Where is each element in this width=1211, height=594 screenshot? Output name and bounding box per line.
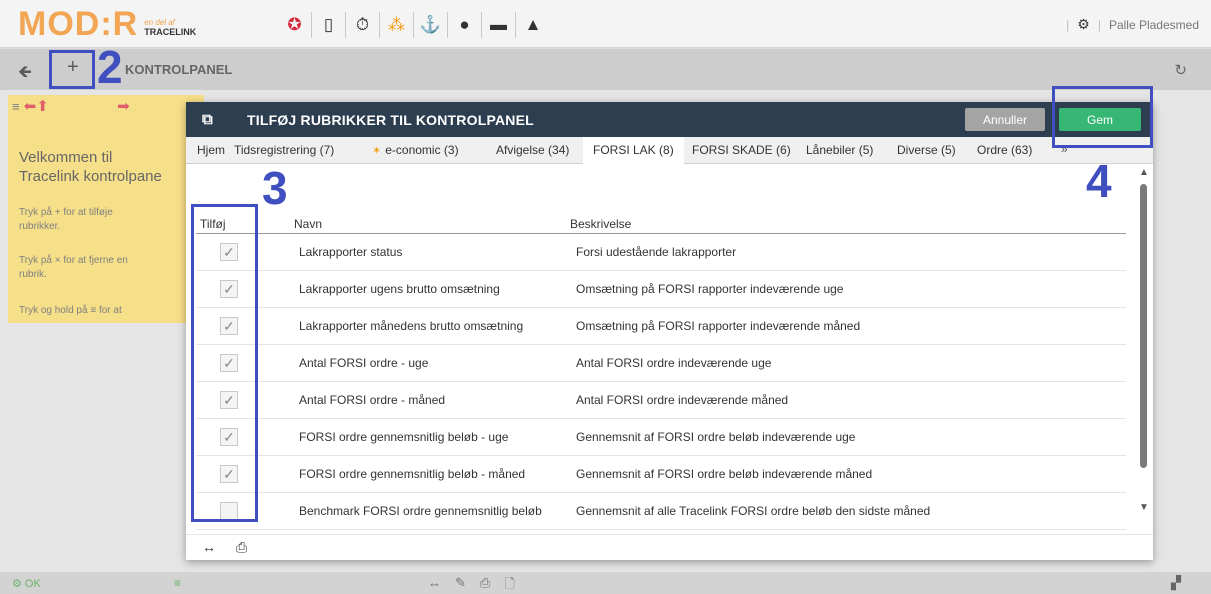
widget-name: FORSI ordre gennemsnitlig beløb - uge [299, 430, 509, 444]
tab-afvigelse[interactable]: Afvigelse (34) [496, 137, 569, 164]
tab-e-conomic[interactable]: ✶ e-conomic (3) [372, 137, 459, 164]
modal-title: TILFØJ RUBRIKKER TIL KONTROLPANEL [247, 112, 534, 128]
timer-icon[interactable]: ⏱ [346, 12, 380, 38]
tab-forsi-skade[interactable]: FORSI SKADE (6) [692, 137, 791, 164]
widget-table: Tilføj Navn Beskrivelse ✓ Lakrapporter s… [186, 164, 1153, 532]
widget-name: FORSI ordre gennemsnitlig beløb - måned [299, 467, 526, 481]
widget-description: Omsætning på FORSI rapporter indeværende… [576, 319, 861, 333]
chat-icon[interactable]: ● [448, 12, 482, 38]
economic-icon: ✶ [372, 145, 382, 157]
envelope-icon[interactable]: ▬ [482, 12, 516, 38]
widget-name: Lakrapporter status [299, 245, 403, 259]
anchor-icon[interactable]: ⚓ [414, 12, 448, 38]
modr-logo: MOD:R en del af TRACELINK [18, 5, 197, 43]
modal-footer: ↔ ⎙ [186, 534, 1153, 560]
widget-name: Antal FORSI ordre - måned [299, 393, 446, 407]
gear-icon[interactable]: ⚙ [1077, 16, 1090, 33]
vertical-scroll-thumb[interactable] [1140, 184, 1147, 468]
table-row: ✓ FORSI ordre gennemsnitlig beløb - måne… [196, 456, 1126, 493]
table-row: ✓ FORSI ordre gennemsnitlig beløb - uge … [196, 419, 1126, 456]
lifebuoy-icon[interactable]: ✪ [278, 12, 312, 38]
annotation-number-3: 3 [262, 162, 288, 214]
annotation-box-save [1052, 86, 1153, 148]
widget-description: Forsi udestående lakrapporter [576, 245, 737, 259]
add-widgets-modal: ⧉ TILFØJ RUBRIKKER TIL KONTROLPANEL Annu… [186, 102, 1153, 560]
modal-header: ⧉ TILFØJ RUBRIKKER TIL KONTROLPANEL Annu… [186, 102, 1153, 137]
toolbar-icons: ✪ ▯ ⏱ ⁂ ⚓ ● ▬ ▲ [278, 12, 550, 38]
widget-description: Omsætning på FORSI rapporter indeværende… [576, 282, 844, 296]
widget-description: Antal FORSI ordre indeværende uge [576, 356, 772, 370]
widget-description: Antal FORSI ordre indeværende måned [576, 393, 789, 407]
scroll-up-icon[interactable]: ▲ [1139, 167, 1149, 178]
annotation-number-4: 4 [1086, 155, 1112, 207]
widget-name: Benchmark FORSI ordre gennemsnitlig belø… [299, 504, 542, 518]
tab-ordre[interactable]: Ordre (63) [977, 137, 1032, 164]
mobile-icon[interactable]: ▯ [312, 12, 346, 38]
table-row: ✓ Antal FORSI ordre - måned Antal FORSI … [196, 382, 1126, 419]
table-row: ✓ Lakrapporter månedens brutto omsætning… [196, 308, 1126, 345]
print-icon[interactable]: ⎙ [236, 539, 247, 556]
annotation-box-add [49, 50, 95, 89]
table-row: ✓ Antal FORSI ordre - uge Antal FORSI or… [196, 345, 1126, 382]
tab-laanebiler[interactable]: Lånebiler (5) [806, 137, 873, 164]
top-bar: MOD:R en del af TRACELINK ✪ ▯ ⏱ ⁂ ⚓ ● ▬ … [0, 0, 1211, 48]
expand-icon[interactable]: ↔ [202, 539, 216, 555]
widget-description: Gennemsnit af FORSI ordre beløb indevære… [576, 467, 873, 481]
user-area: | ⚙ | Palle Pladesmed [1066, 16, 1199, 33]
tab-bar: Hjem Tidsregistrering (7) ✶ e-conomic (3)… [186, 137, 1153, 164]
user-name[interactable]: Palle Pladesmed [1109, 18, 1199, 32]
widget-name: Lakrapporter ugens brutto omsætning [299, 282, 500, 296]
widget-name: Antal FORSI ordre - uge [299, 356, 429, 370]
annotation-box-checkboxes [191, 204, 258, 522]
graph-icon[interactable]: ⁂ [380, 12, 414, 38]
warning-icon[interactable]: ▲ [516, 12, 550, 38]
widget-icon: ⧉ [202, 111, 213, 128]
table-row: Benchmark FORSI ordre gennemsnitlig belø… [196, 493, 1126, 530]
widget-name: Lakrapporter månedens brutto omsætning [299, 319, 524, 333]
widget-description: Gennemsnit af FORSI ordre beløb indevære… [576, 430, 856, 444]
tab-hjem[interactable]: Hjem [197, 137, 225, 164]
table-row: ✓ Lakrapporter status Forsi udestående l… [196, 234, 1126, 271]
column-header-name: Navn [294, 217, 323, 231]
widget-description: Gennemsnit af alle Tracelink FORSI ordre… [576, 504, 931, 518]
scroll-down-icon[interactable]: ▼ [1139, 502, 1149, 513]
vertical-scrollbar[interactable]: ▲ ▼ [1134, 164, 1153, 532]
tab-tidsregistrering[interactable]: Tidsregistrering (7) [234, 137, 334, 164]
table-row: ✓ Lakrapporter ugens brutto omsætning Om… [196, 271, 1126, 308]
column-header-description: Beskrivelse [570, 217, 632, 231]
cancel-button[interactable]: Annuller [965, 108, 1045, 131]
annotation-number-2: 2 [97, 41, 123, 93]
tab-forsi-lak[interactable]: FORSI LAK (8) [583, 137, 684, 164]
tab-diverse[interactable]: Diverse (5) [897, 137, 956, 164]
